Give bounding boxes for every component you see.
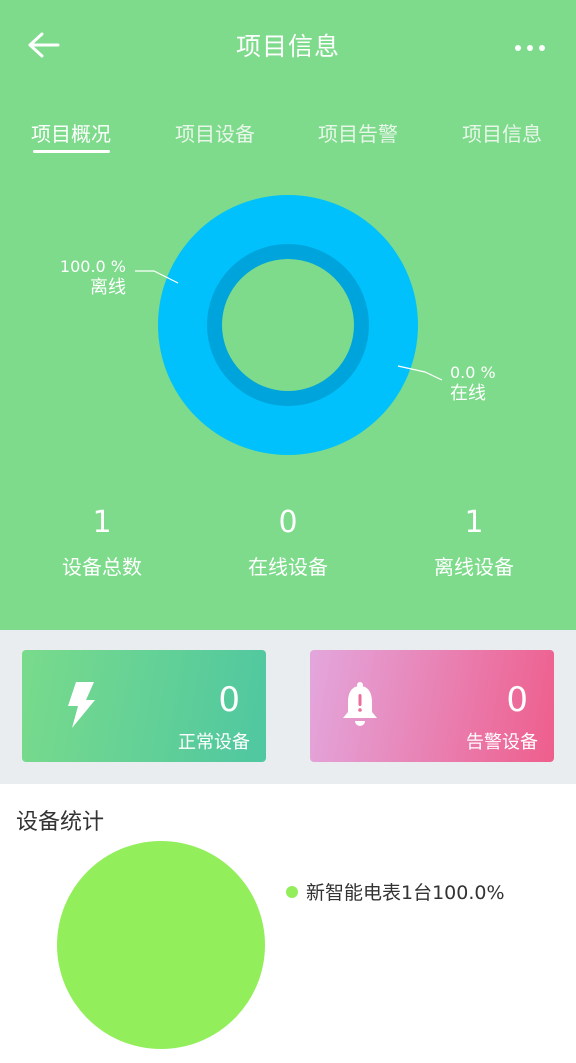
- tab-bar: 项目概况 项目设备 项目告警 项目信息: [0, 118, 576, 162]
- stat-online-devices: 0 在线设备: [213, 505, 363, 580]
- stat-total-label: 设备总数: [62, 555, 142, 579]
- tab-info[interactable]: 项目信息: [462, 118, 542, 147]
- online-status-donut: 100.0 % 离线 0.0 % 在线: [60, 195, 496, 455]
- stat-offline-label: 离线设备: [434, 555, 514, 579]
- alarm-devices-label: 告警设备: [466, 732, 538, 753]
- tab-overview[interactable]: 项目概况: [31, 118, 111, 147]
- device-type-pie: [57, 841, 265, 1049]
- stat-online-value: 0: [278, 505, 298, 540]
- device-stats-title: 设备统计: [16, 810, 105, 835]
- donut-hole: [222, 259, 354, 391]
- normal-devices-card[interactable]: 0 正常设备: [22, 650, 266, 762]
- stat-total-value: 1: [92, 505, 112, 540]
- alarm-devices-count: 0: [506, 680, 528, 720]
- pie-legend-item: 新智能电表1台100.0%: [286, 878, 505, 905]
- more-dots-icon[interactable]: [514, 38, 546, 58]
- bell-icon: [343, 682, 377, 726]
- alarm-devices-card[interactable]: 0 告警设备: [310, 650, 554, 762]
- stat-offline-value: 1: [464, 505, 484, 540]
- stat-offline-devices: 1 离线设备: [399, 505, 549, 580]
- normal-devices-label: 正常设备: [178, 732, 250, 753]
- offline-label: 离线: [90, 277, 126, 298]
- normal-devices-count: 0: [218, 680, 240, 720]
- stat-online-label: 在线设备: [248, 555, 328, 579]
- tab-devices[interactable]: 项目设备: [175, 118, 255, 147]
- online-label: 在线: [450, 383, 486, 404]
- pie-slice-smart-meter: [57, 841, 265, 1049]
- lightning-icon: [68, 682, 95, 728]
- offline-percent: 100.0 %: [60, 257, 126, 276]
- legend-dot: [286, 885, 298, 898]
- active-tab-indicator: [33, 150, 110, 153]
- app-header: 项目信息: [0, 0, 576, 90]
- page-title: 项目信息: [235, 32, 340, 61]
- device-stats-panel: 设备统计 新智能电表1台100.0%: [0, 784, 576, 1063]
- legend-text: 新智能电表1台100.0%: [306, 882, 505, 904]
- tab-alarms[interactable]: 项目告警: [318, 118, 398, 147]
- online-percent: 0.0 %: [450, 363, 496, 382]
- stat-total-devices: 1 设备总数: [27, 505, 177, 580]
- overview-panel: 项目信息 项目概况 项目设备 项目告警 项目信息 100.0 % 离线 0.0 …: [0, 0, 576, 630]
